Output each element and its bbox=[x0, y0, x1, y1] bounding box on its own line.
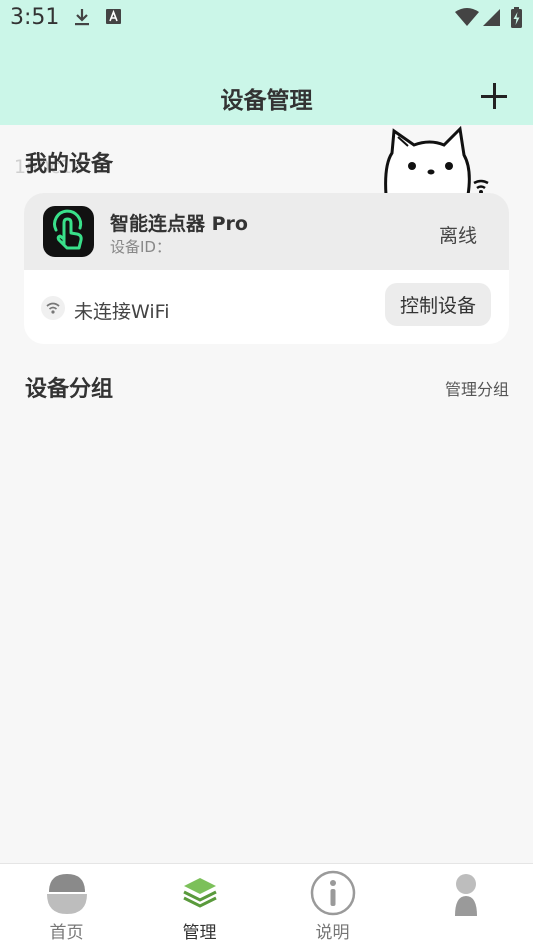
nav-item-manage[interactable]: 管理 bbox=[133, 864, 266, 949]
page-title: 设备管理 bbox=[220, 88, 313, 114]
my-devices-title: 我的设备 bbox=[25, 152, 114, 177]
wifi-icon bbox=[46, 302, 60, 314]
nav-label-manage: 管理 bbox=[182, 923, 217, 943]
wifi-icon bbox=[455, 8, 479, 26]
profile-icon bbox=[455, 874, 477, 916]
nav-item-home[interactable]: 首页 bbox=[0, 864, 133, 949]
status-bar: 3:51 bbox=[0, 0, 533, 38]
info-icon bbox=[310, 870, 356, 916]
app-header: 设备管理 bbox=[0, 38, 533, 125]
status-time: 3:51 bbox=[10, 5, 60, 30]
device-card[interactable]: 智能连点器 Pro 设备ID： 离线 未连接WiFi 控制设备 bbox=[24, 193, 509, 344]
nav-item-help[interactable]: 说明 bbox=[266, 864, 399, 949]
download-icon bbox=[75, 9, 89, 26]
wifi-status-icon bbox=[41, 296, 65, 320]
device-id-label: 设备ID： bbox=[110, 238, 171, 256]
manage-groups-link[interactable]: 管理分组 bbox=[445, 376, 509, 400]
signal-icon bbox=[483, 9, 500, 26]
add-device-button[interactable] bbox=[481, 83, 507, 109]
battery-charging-icon bbox=[511, 7, 522, 28]
device-status: 离线 bbox=[438, 225, 477, 247]
cat-mascot-icon bbox=[384, 125, 489, 197]
keyboard-icon bbox=[106, 9, 121, 24]
nav-label-help: 说明 bbox=[315, 923, 350, 943]
home-icon bbox=[47, 874, 87, 914]
device-name: 智能连点器 Pro bbox=[110, 213, 248, 235]
nav-item-profile[interactable] bbox=[399, 864, 532, 949]
tap-hand-icon bbox=[53, 209, 83, 250]
device-groups-title: 设备分组 bbox=[25, 377, 114, 402]
control-device-button[interactable]: 控制设备 bbox=[385, 283, 491, 326]
layers-icon bbox=[183, 878, 217, 908]
wifi-status-text: 未连接WiFi bbox=[74, 301, 170, 323]
bottom-nav: 首页 管理 说明 bbox=[0, 863, 533, 949]
device-card-header: 智能连点器 Pro 设备ID： 离线 bbox=[24, 193, 509, 270]
clicker-app-icon bbox=[43, 206, 94, 257]
nav-label-home: 首页 bbox=[49, 923, 84, 943]
